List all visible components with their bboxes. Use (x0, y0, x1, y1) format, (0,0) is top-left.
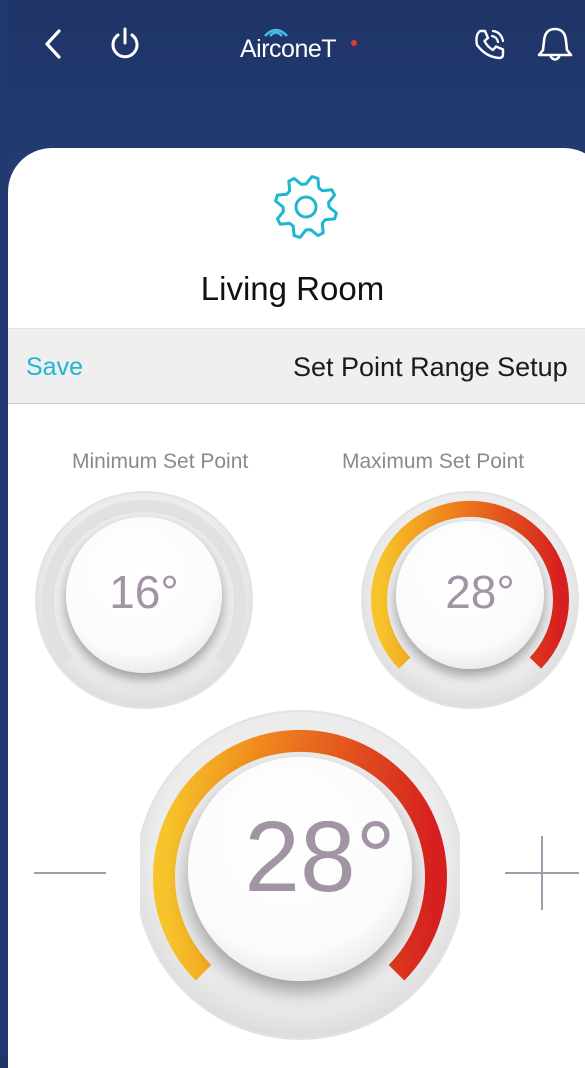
min-setpoint-label: Minimum Set Point (72, 450, 249, 473)
setpoint-range-bar: Save Set Point Range Setup (8, 328, 585, 404)
notifications-button[interactable] (535, 24, 575, 64)
window-edge (0, 0, 8, 1055)
main-setpoint-value: 28° (244, 801, 396, 913)
minus-icon[interactable] (34, 872, 106, 874)
app-logo: AirconeT (240, 26, 380, 66)
save-button[interactable]: Save (26, 353, 83, 382)
max-setpoint-value: 28° (445, 566, 515, 618)
min-setpoint-value: 16° (109, 566, 179, 618)
logo-dot (351, 40, 357, 46)
plus-vertical-stroke (541, 836, 543, 910)
gear-icon-hub (294, 195, 318, 219)
bell-icon (537, 27, 573, 61)
room-name: Living Room (200, 270, 385, 307)
gear-icon (274, 175, 338, 239)
back-button[interactable] (38, 24, 68, 64)
settings-button[interactable] (266, 172, 346, 247)
power-button[interactable] (106, 24, 144, 64)
plus-icon[interactable] (505, 836, 579, 910)
logo-text: AirconeT (240, 35, 337, 63)
gear-icon-outline (274, 175, 338, 239)
phone-icon (475, 29, 505, 60)
max-setpoint-label: Maximum Set Point (342, 450, 525, 473)
call-button[interactable] (470, 24, 510, 64)
back-icon (45, 29, 61, 59)
setpoint-range-title: Set Point Range Setup (293, 352, 568, 382)
power-icon (111, 27, 139, 59)
